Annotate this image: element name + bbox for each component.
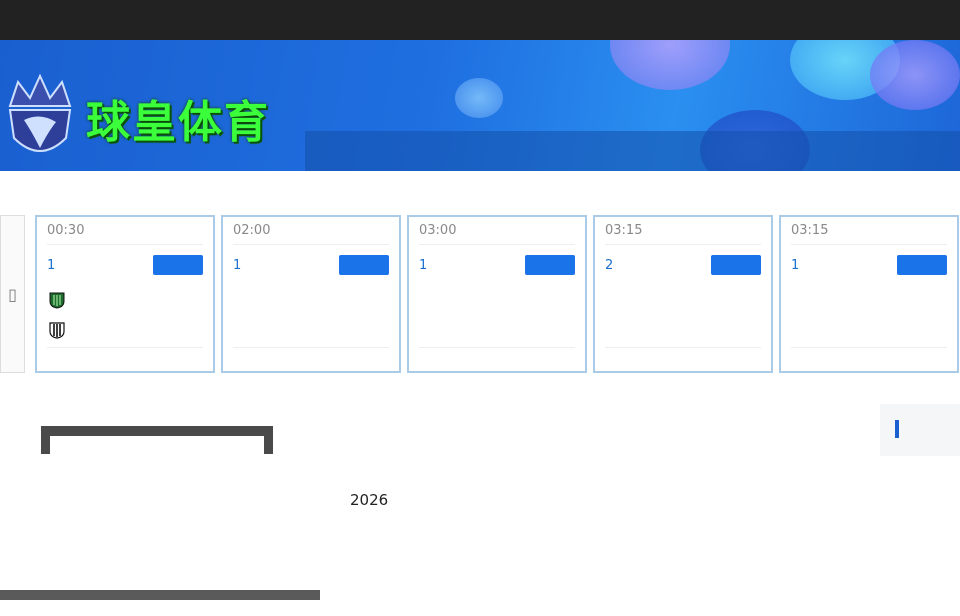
decor-blob: [610, 40, 730, 90]
match-league[interactable]: 1: [47, 258, 55, 273]
match-card[interactable]: 03:15 1: [779, 215, 959, 373]
match-more-link[interactable]: [47, 347, 203, 371]
match-time: 03:00: [419, 217, 575, 245]
away-team: [47, 315, 203, 345]
header-banner: 球皇体育: [0, 40, 960, 171]
article-title[interactable]: [350, 418, 870, 446]
article-line: [350, 452, 870, 480]
decor-blob: [455, 78, 503, 118]
team-crest-icon: [791, 320, 811, 340]
article-line: [350, 520, 870, 548]
match-card[interactable]: 02:00 1: [221, 215, 401, 373]
logo-text[interactable]: 球皇体育: [86, 86, 270, 150]
match-more-link[interactable]: [419, 347, 575, 371]
away-team: [605, 315, 761, 345]
match-action-button[interactable]: [339, 255, 389, 275]
home-team: [791, 285, 947, 315]
logo-crown-icon[interactable]: [4, 72, 76, 164]
home-team: [47, 285, 203, 315]
match-carousel: ▯ 00:30 1 02:00 1 03:00 1 03:15 2 03:15 …: [0, 215, 960, 373]
match-action-button[interactable]: [897, 255, 947, 275]
team-crest-icon: [791, 290, 811, 310]
sidebar-panel: [880, 404, 960, 456]
team-crest-icon: [605, 290, 625, 310]
shield-bw-icon: [47, 320, 67, 340]
article-line: [350, 554, 870, 582]
match-more-link[interactable]: [605, 347, 761, 371]
match-league[interactable]: 1: [233, 258, 241, 273]
match-time: 03:15: [791, 217, 947, 245]
home-team: [605, 285, 761, 315]
team-crest-icon: [605, 320, 625, 340]
article-line: [350, 588, 870, 616]
team-crest-icon: [419, 290, 439, 310]
match-league[interactable]: 2: [605, 258, 613, 273]
match-card[interactable]: 00:30 1: [35, 215, 215, 373]
match-league[interactable]: 1: [791, 258, 799, 273]
section-marker: [895, 420, 899, 438]
home-team: [233, 285, 389, 315]
match-time: 00:30: [47, 217, 203, 245]
match-more-link[interactable]: [233, 347, 389, 371]
article-thumbnail[interactable]: [0, 400, 320, 600]
match-more-link[interactable]: [791, 347, 947, 371]
match-action-button[interactable]: [153, 255, 203, 275]
match-action-button[interactable]: [711, 255, 761, 275]
decor-blob: [870, 40, 960, 110]
away-team: [419, 315, 575, 345]
match-action-button[interactable]: [525, 255, 575, 275]
team-crest-icon: [233, 290, 253, 310]
carousel-prev-button[interactable]: ▯: [0, 215, 25, 373]
article-summary: 2026: [350, 418, 870, 616]
away-team: [233, 315, 389, 345]
home-team: [419, 285, 575, 315]
match-time: 02:00: [233, 217, 389, 245]
match-league[interactable]: 1: [419, 258, 427, 273]
match-card[interactable]: 03:15 2: [593, 215, 773, 373]
match-time: 03:15: [605, 217, 761, 245]
article-line: 2026: [350, 491, 389, 509]
away-team: [791, 315, 947, 345]
team-crest-icon: [233, 320, 253, 340]
main-nav: [305, 131, 960, 171]
team-crest-icon: [419, 320, 439, 340]
shield-green-icon: [47, 290, 67, 310]
match-card[interactable]: 03:00 1: [407, 215, 587, 373]
top-notice-bar: [0, 0, 960, 40]
